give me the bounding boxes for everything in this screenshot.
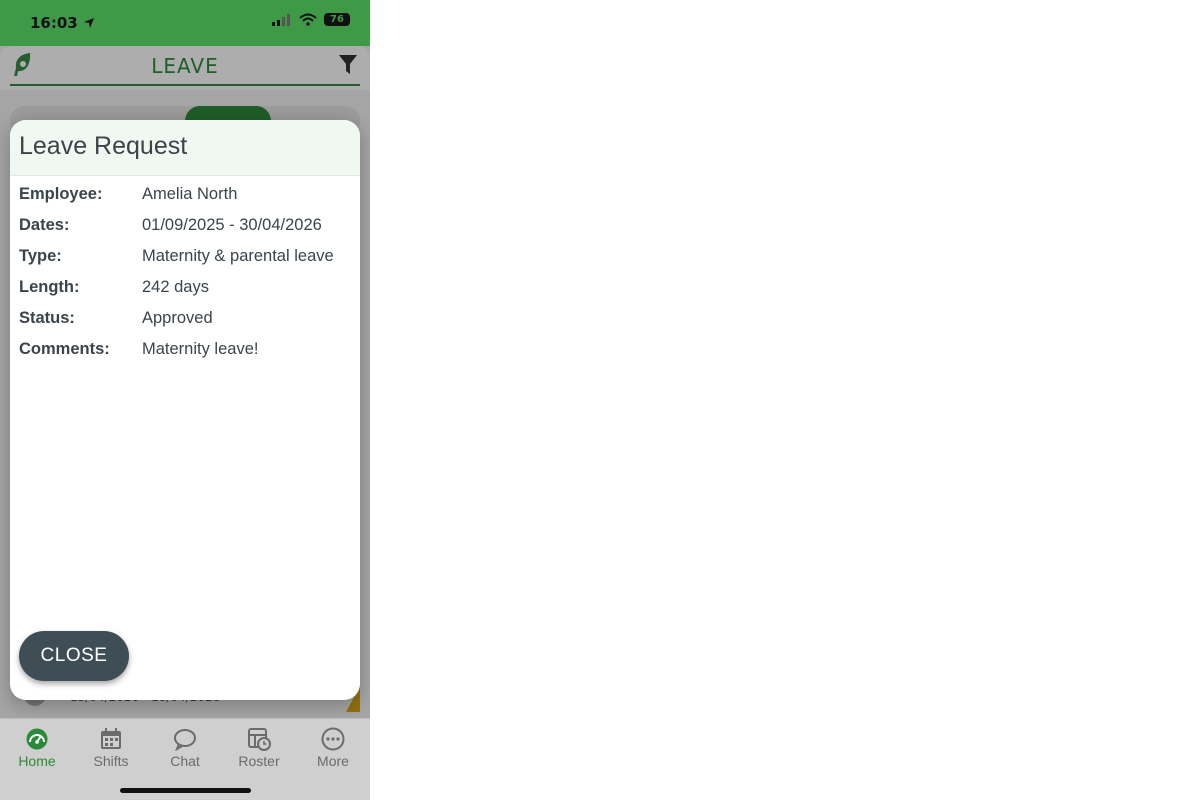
detail-label: Comments: — [19, 340, 110, 358]
leave-request-modal: Leave Request Employee: Amelia North Dat… — [10, 120, 360, 700]
phone-screen: 16:03 76 LEAVE Leave Request Employee: A… — [0, 0, 370, 800]
home-indicator[interactable] — [120, 788, 251, 793]
detail-value: Maternity leave! — [142, 340, 259, 358]
detail-row-dates: Dates: 01/09/2025 - 30/04/2026 — [19, 216, 334, 247]
tab-shifts[interactable]: Shifts — [81, 727, 141, 769]
modal-header: Leave Request — [10, 120, 360, 176]
speedometer-icon — [26, 728, 48, 750]
clock-text: 16:03 — [30, 14, 78, 32]
tab-label: Home — [18, 753, 56, 769]
detail-value: Amelia North — [142, 185, 238, 203]
calendar-icon — [101, 728, 121, 749]
detail-label: Dates: — [19, 216, 70, 234]
tab-label: Shifts — [93, 753, 129, 769]
ellipsis-circle-icon — [321, 727, 345, 751]
detail-row-length: Length: 242 days — [19, 278, 334, 309]
close-button[interactable]: CLOSE — [19, 631, 129, 681]
tab-roster[interactable]: Roster — [229, 727, 289, 769]
tab-chat[interactable]: Chat — [155, 727, 215, 769]
tab-more[interactable]: More — [303, 727, 363, 769]
detail-value: 01/09/2025 - 30/04/2026 — [142, 216, 322, 234]
location-arrow-icon — [83, 18, 94, 28]
battery-icon: 76 — [324, 13, 350, 26]
detail-row-status: Status: Approved — [19, 309, 334, 340]
modal-title: Leave Request — [19, 132, 188, 160]
detail-label: Status: — [19, 309, 75, 327]
wifi-icon — [299, 13, 317, 26]
tab-home[interactable]: Home — [7, 727, 67, 769]
signal-icon — [272, 13, 290, 26]
tab-label: More — [317, 753, 349, 769]
leave-details: Employee: Amelia North Dates: 01/09/2025… — [19, 185, 334, 371]
tab-label: Roster — [238, 753, 280, 769]
roster-clock-icon — [248, 728, 271, 751]
battery-level: 76 — [330, 14, 344, 25]
detail-label: Type: — [19, 247, 62, 265]
detail-row-employee: Employee: Amelia North — [19, 185, 334, 216]
chat-bubble-icon — [174, 729, 196, 751]
detail-value: 242 days — [142, 278, 209, 296]
status-indicators: 76 — [272, 13, 350, 26]
detail-label: Length: — [19, 278, 80, 296]
detail-value: Maternity & parental leave — [142, 247, 334, 265]
detail-value: Approved — [142, 309, 213, 327]
detail-row-comments: Comments: Maternity leave! — [19, 340, 334, 371]
status-bar: 16:03 76 — [0, 0, 370, 46]
tab-label: Chat — [170, 753, 200, 769]
detail-label: Employee: — [19, 185, 103, 203]
detail-row-type: Type: Maternity & parental leave — [19, 247, 334, 278]
status-time: 16:03 — [30, 14, 95, 32]
